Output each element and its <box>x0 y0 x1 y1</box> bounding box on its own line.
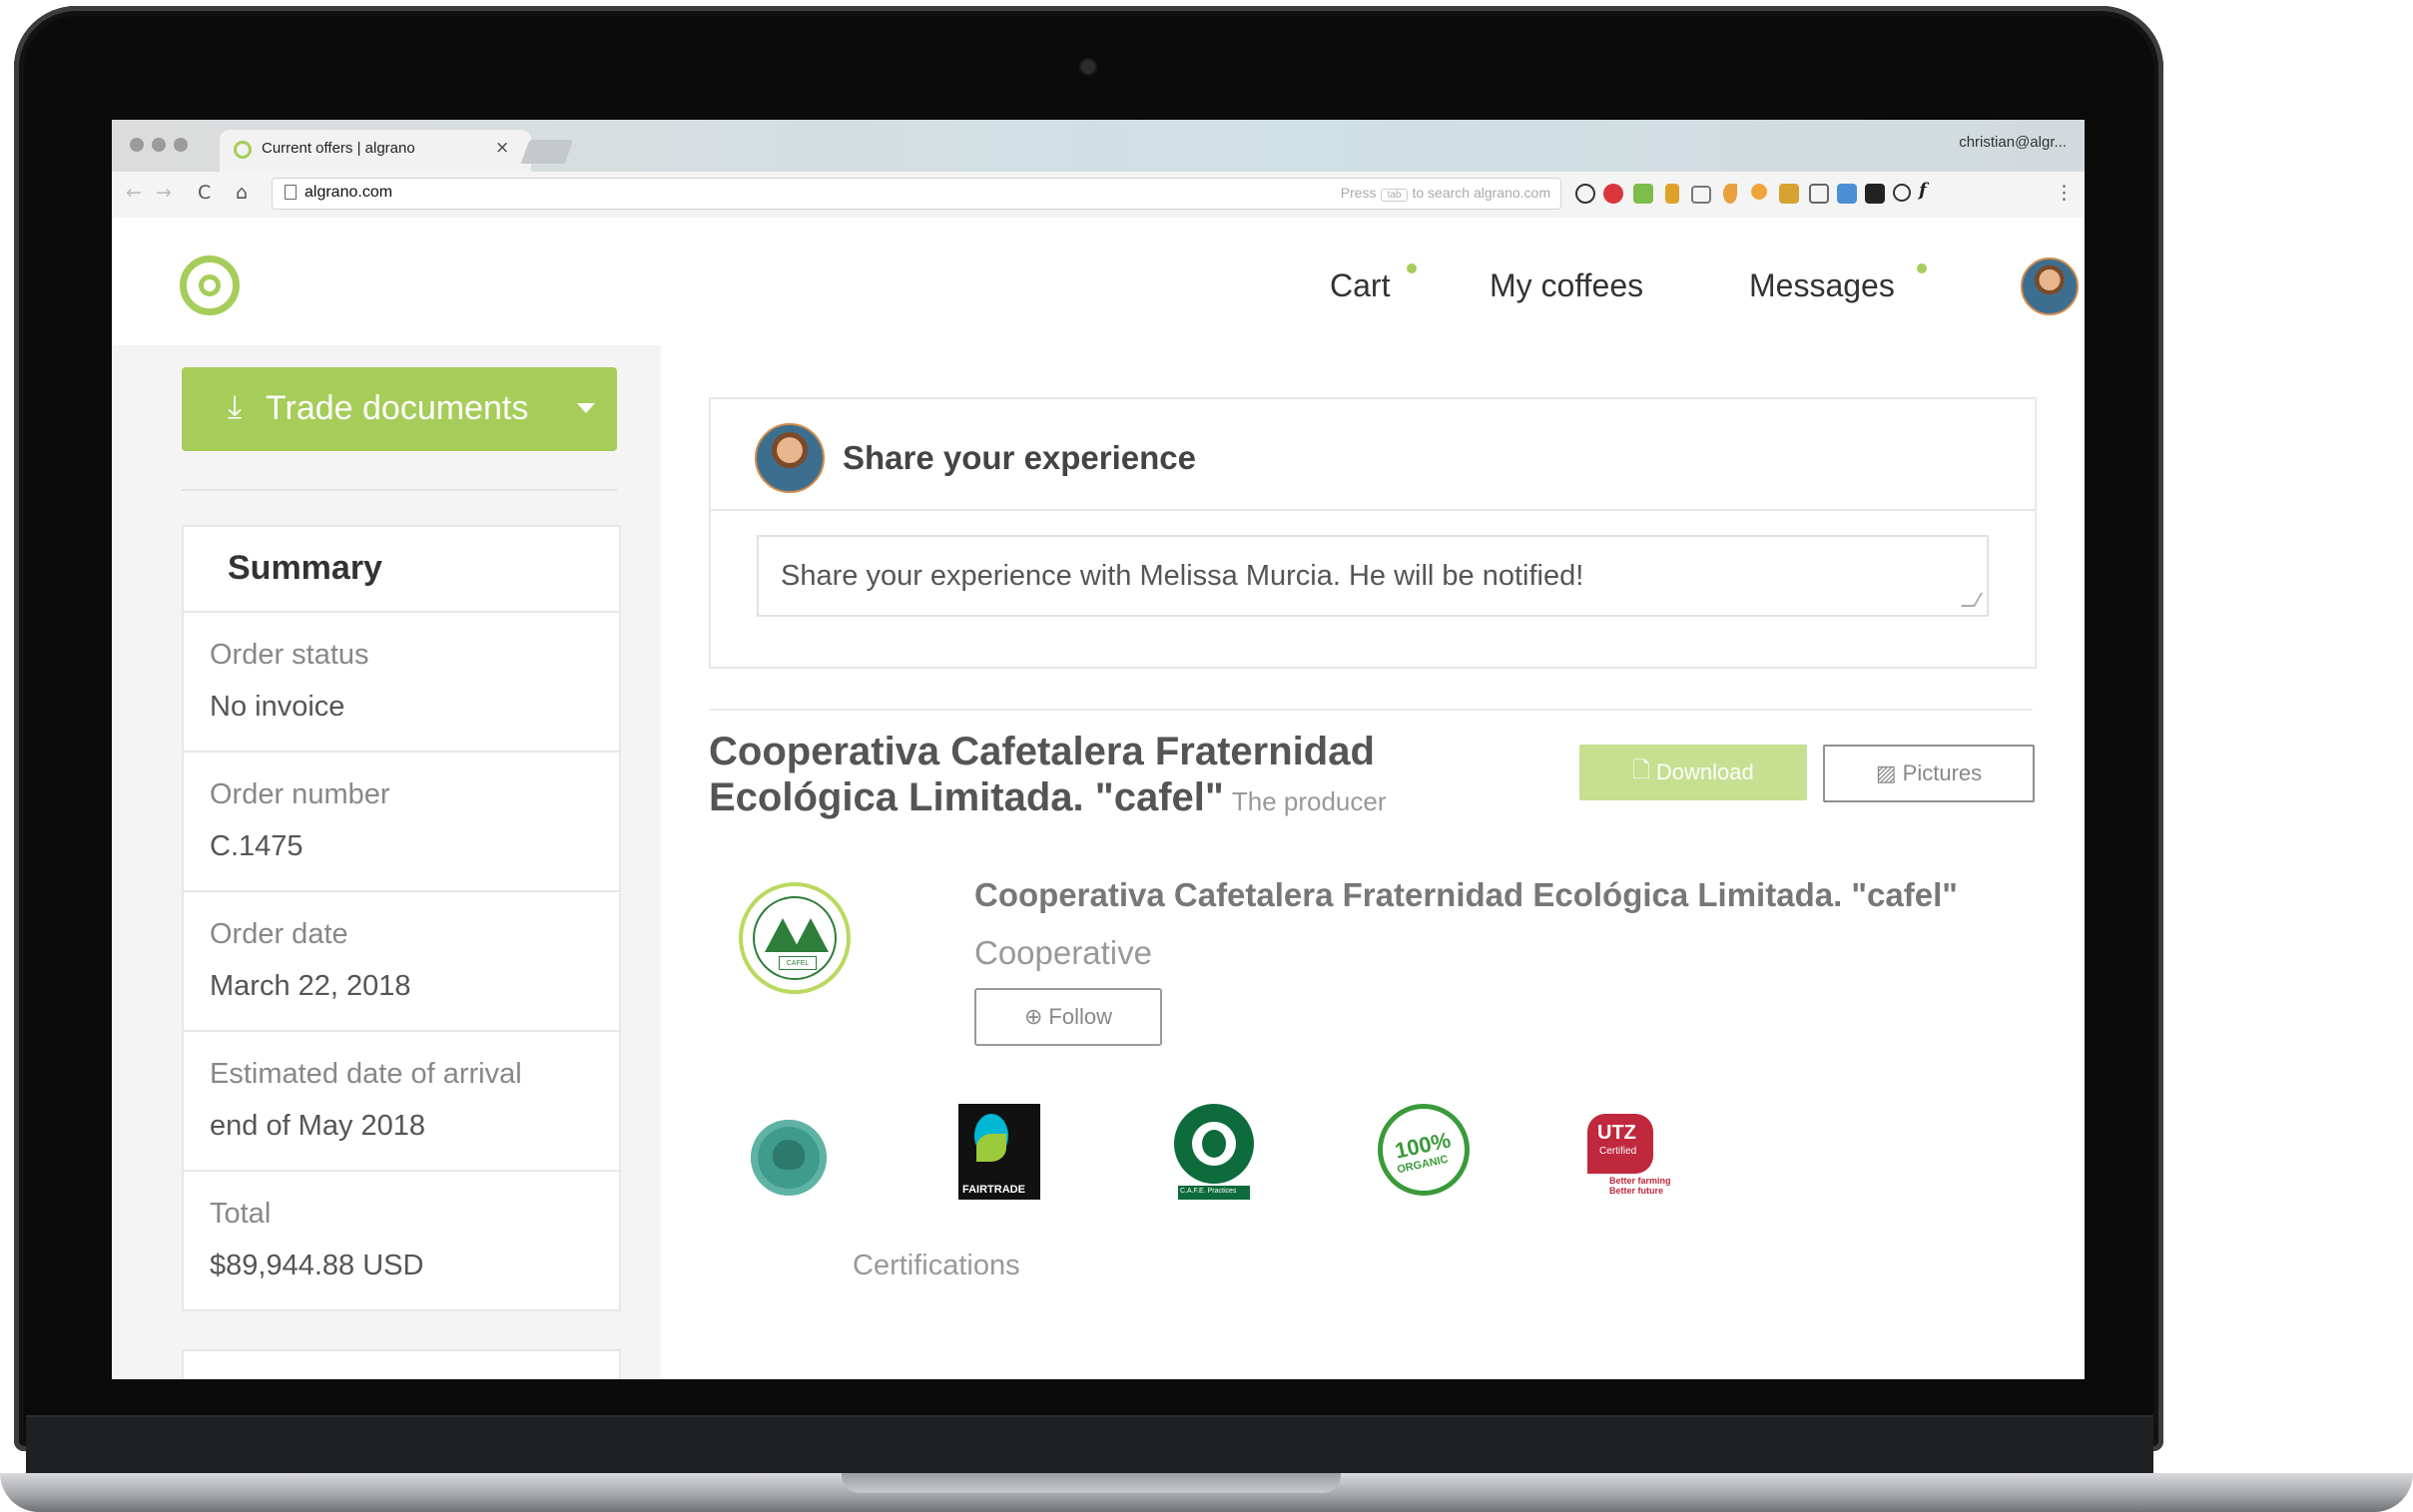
certifications-label: Certifications <box>853 1250 1020 1281</box>
main-content: Share your experience Share your experie… <box>661 345 2085 1379</box>
algrano-logo[interactable] <box>180 255 240 315</box>
window-close-control[interactable] <box>130 138 144 152</box>
formula-extension-icon[interactable]: f <box>1919 180 1939 201</box>
browser-menu-icon[interactable]: ⋮ <box>2055 182 2074 204</box>
next-card <box>182 1349 621 1379</box>
bookmark-extension-icon[interactable] <box>1665 184 1679 204</box>
nav-messages[interactable]: Messages <box>1749 267 1895 304</box>
starbucks-cafe-practices-logo <box>1174 1104 1254 1184</box>
file-icon: 🗋 <box>1632 757 1650 782</box>
cookie-extension-icon[interactable] <box>1751 184 1767 200</box>
summary-label: Order number <box>210 778 390 810</box>
summary-row-order-date: Order date March 22, 2018 <box>184 892 619 1032</box>
dark-extension-icon[interactable] <box>1865 184 1885 204</box>
producer-heading: Cooperativa Cafetalera Fraternidad Ecoló… <box>709 730 1387 819</box>
image-icon: ▨ <box>1875 760 1897 785</box>
organic-100-logo: 100% ORGANIC <box>1378 1104 1470 1196</box>
sync-extension-icon[interactable] <box>1893 184 1911 202</box>
summary-row-arrival: Estimated date of arrival end of May 201… <box>184 1032 619 1172</box>
summary-row-order-number: Order number C.1475 <box>184 753 619 892</box>
producer-subtitle: The producer <box>1231 786 1387 816</box>
favicon-icon <box>234 141 252 159</box>
summary-title: Summary <box>228 549 382 587</box>
laptop-chin <box>26 1415 2153 1475</box>
cooperative-type: Cooperative <box>974 934 1152 971</box>
summary-row-total: Total $89,944.88 USD <box>184 1172 619 1309</box>
home-icon[interactable]: ⌂ <box>236 182 248 204</box>
download-icon: ⤓ <box>228 387 243 425</box>
summary-header: Summary <box>184 527 619 613</box>
cooperative-logo: CAFEL <box>739 882 851 994</box>
divider <box>182 489 617 491</box>
share-header: Share your experience <box>711 399 2035 511</box>
caret-down-icon <box>577 403 595 413</box>
profile-name[interactable]: christian@algr... <box>1959 134 2067 151</box>
plus-circle-icon: ⊕ <box>1023 1004 1043 1029</box>
resize-handle-icon[interactable] <box>1960 593 1984 607</box>
summary-value: C.1475 <box>210 830 303 862</box>
window-minimize-control[interactable] <box>152 138 166 152</box>
address-bar[interactable]: algrano.com Press tab to search algrano.co… <box>272 178 1561 210</box>
rainforest-alliance-logo <box>751 1120 827 1196</box>
camera-icon <box>1081 60 1095 74</box>
adblock-extension-icon[interactable] <box>1603 184 1623 204</box>
utz-tagline: Better farming Better future <box>1609 1176 1671 1196</box>
summary-label: Total <box>210 1198 272 1230</box>
divider <box>709 709 2033 711</box>
translate-extension-icon[interactable] <box>1837 184 1857 204</box>
share-placeholder: Share your experience with Melissa Murci… <box>781 559 1584 592</box>
user-avatar[interactable] <box>2021 257 2079 315</box>
nav-my-coffees[interactable]: My coffees <box>1490 267 1643 304</box>
summary-value: $89,944.88 USD <box>210 1250 424 1281</box>
follow-button[interactable]: ⊕ Follow <box>974 988 1162 1046</box>
summary-value: No invoice <box>210 691 345 723</box>
share-title: Share your experience <box>843 439 1197 476</box>
tab-title: Current offers | algrano <box>262 140 415 157</box>
window-zoom-control[interactable] <box>174 138 188 152</box>
screen: Current offers | algrano × christian@alg… <box>112 120 2085 1379</box>
summary-label: Estimated date of arrival <box>210 1058 522 1090</box>
window-extension-icon[interactable] <box>1809 184 1829 204</box>
pen-extension-icon[interactable] <box>1723 184 1737 204</box>
pictures-button[interactable]: ▨ Pictures <box>1823 745 2035 802</box>
producer-avatar <box>755 423 825 493</box>
summary-row-order-status: Order status No invoice <box>184 613 619 753</box>
cafel-tag: CAFEL <box>779 956 817 970</box>
search-hint: Press tab to search algrano.com <box>1340 185 1550 202</box>
site-header: Cart My coffees Messages <box>112 218 2085 347</box>
url-text: algrano.com <box>304 184 393 201</box>
fairtrade-logo: FAIRTRADE <box>958 1104 1040 1200</box>
camera-extension-icon[interactable] <box>1691 186 1711 204</box>
cafe-practices-badge: C.A.F.E. Practices <box>1178 1186 1250 1200</box>
forward-icon[interactable]: → <box>156 182 172 204</box>
new-extension-icon[interactable] <box>1633 184 1653 204</box>
back-icon[interactable]: ← <box>126 182 142 204</box>
browser-toolbar: ← → C ⌂ algrano.com Press tab to search al… <box>112 172 2085 219</box>
trade-documents-button[interactable]: ⤓ Trade documents <box>182 367 617 451</box>
cart-notification-dot <box>1407 263 1417 273</box>
close-tab-icon[interactable]: × <box>495 138 509 158</box>
new-tab-button[interactable] <box>520 140 574 164</box>
nav-cart[interactable]: Cart <box>1330 267 1390 304</box>
order-sidebar: ⤓ Trade documents Summary Order status N… <box>112 345 661 1379</box>
summary-label: Order status <box>210 639 369 671</box>
utz-certified-logo: UTZ Certified <box>1587 1114 1653 1174</box>
share-experience-card: Share your experience Share your experie… <box>709 397 2037 669</box>
summary-value: March 22, 2018 <box>210 970 411 1002</box>
browser-tab-bar: Current offers | algrano × christian@alg… <box>112 120 2085 172</box>
summary-card: Summary Order status No invoice Order nu… <box>182 525 621 1311</box>
summary-label: Order date <box>210 918 348 950</box>
lock-extension-icon[interactable] <box>1779 184 1799 204</box>
share-textarea[interactable]: Share your experience with Melissa Murci… <box>757 535 1989 617</box>
summary-value: end of May 2018 <box>210 1110 426 1142</box>
trade-documents-label: Trade documents <box>266 389 529 427</box>
cooperative-name: Cooperativa Cafetalera Fraternidad Ecoló… <box>974 876 1958 913</box>
info-extension-icon[interactable] <box>1575 184 1595 204</box>
laptop-notch <box>842 1473 1341 1493</box>
reload-icon[interactable]: C <box>198 182 211 204</box>
messages-notification-dot <box>1917 263 1927 273</box>
page-icon <box>285 185 297 200</box>
download-button[interactable]: 🗋 Download <box>1579 745 1807 800</box>
